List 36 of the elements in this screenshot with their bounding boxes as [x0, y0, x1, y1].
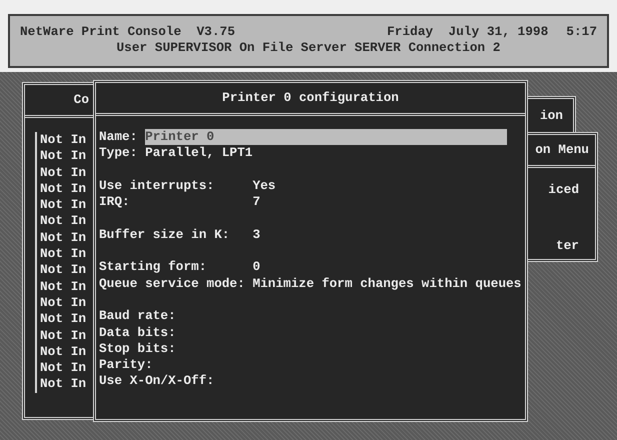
list-title: Co — [74, 92, 89, 108]
field-row[interactable]: Use interrupts: Yes — [99, 178, 276, 194]
field-row[interactable]: Name: Printer 0 — [99, 129, 507, 146]
field-row[interactable]: Use X-On/X-Off: — [99, 373, 253, 390]
field-row[interactable]: Baud rate: — [99, 308, 253, 325]
field-label: Use interrupts: — [99, 178, 216, 194]
field-value: 7 — [252, 194, 260, 210]
menu-item[interactable]: iced — [548, 182, 579, 198]
menu-item[interactable]: ter — [556, 238, 579, 255]
field-row[interactable]: Queue service mode: Minimize form changes within queues — [99, 276, 522, 292]
field-value: Parallel, LPT1 — [145, 145, 253, 162]
field-label: Buffer size in K: — [99, 226, 231, 244]
program-title: NetWare Print Console V3.75 — [20, 24, 236, 40]
window-title: Printer 0 configuration — [222, 90, 399, 106]
field-value: 0 — [252, 259, 260, 276]
time-text: 5:17 — [566, 24, 597, 40]
field-label: Name: — [99, 129, 138, 146]
field-row[interactable]: Starting form: 0 — [99, 259, 260, 276]
field-label: Queue service mode: — [99, 276, 246, 292]
field-label: IRQ: — [99, 194, 131, 210]
field-value: Yes — [252, 178, 276, 194]
field-value: Minimize form changes within queues — [252, 276, 522, 292]
date-text: Friday July 31, 1998 — [387, 24, 548, 40]
field-row[interactable]: Parity: — [99, 357, 253, 374]
field-value: 3 — [252, 226, 260, 244]
field-label: Type: — [99, 145, 138, 162]
connection-info: User SUPERVISOR On File Server SERVER Connection 2 — [116, 40, 500, 57]
field-row[interactable]: Stop bits: — [99, 340, 253, 358]
field-row[interactable]: IRQ: 7 — [99, 194, 260, 210]
menu-title: ion — [540, 108, 563, 124]
field-value: Printer 0 — [145, 129, 214, 146]
field-row[interactable]: Data bits: — [99, 324, 253, 341]
field-row[interactable]: Type: Parallel, LPT1 — [99, 145, 253, 162]
menu-title: on Menu — [535, 142, 589, 158]
field-row[interactable]: Buffer size in K: 3 — [99, 226, 260, 244]
field-label: Starting form: — [99, 259, 208, 276]
